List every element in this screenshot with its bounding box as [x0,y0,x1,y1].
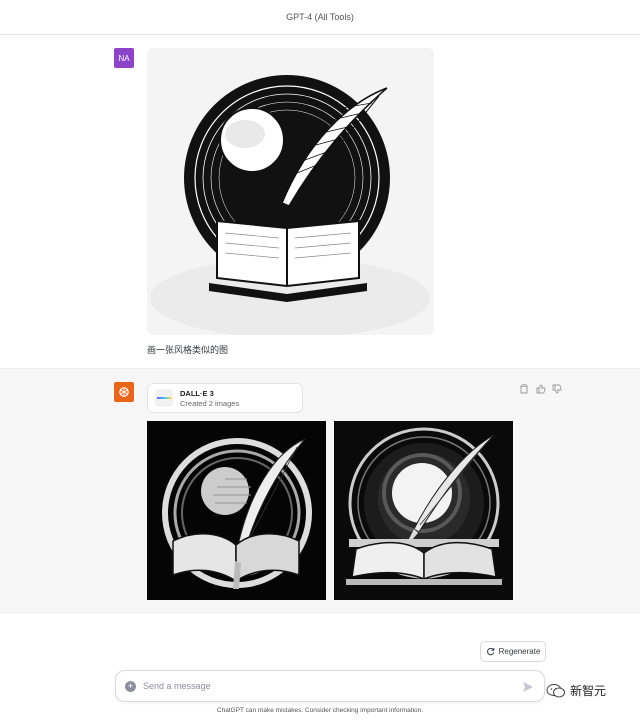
disclaimer-text: ChatGPT can make mistakes. Consider chec… [216,707,424,714]
assistant-message: DALL·E 3 Created 2 images [0,368,640,613]
regenerate-button[interactable]: Regenerate [480,641,546,662]
user-message: NA 画一张风格类似的图 [0,35,640,368]
message-input[interactable] [143,681,503,691]
generated-image-1[interactable] [147,421,326,600]
top-bar: GPT-4 (All Tools) [0,0,640,35]
copy-icon[interactable] [519,383,530,394]
tool-name: DALL·E 3 [180,388,214,398]
dalle-tool-card[interactable]: DALL·E 3 Created 2 images [147,383,303,413]
tool-status: Created 2 images [180,398,240,408]
generated-image-2[interactable] [334,421,513,600]
watermark-text: 新智元 [570,684,607,698]
attach-plus-icon[interactable]: + [125,680,136,692]
chatgpt-avatar [114,382,134,402]
regenerate-icon [486,647,494,656]
regenerate-label: Regenerate [498,647,541,656]
user-avatar: NA [114,48,134,68]
model-title[interactable]: GPT-4 (All Tools) [286,12,354,22]
dalle-thumbnail-icon [155,389,173,407]
uploaded-reference-image[interactable] [147,48,434,335]
user-prompt-text: 画一张风格类似的图 [147,345,229,355]
avatar-initials: NA [118,53,130,63]
watermark: 新智元 [546,682,606,699]
message-composer: + [115,670,545,702]
openai-logo-icon [119,387,129,397]
message-actions [519,383,562,394]
wechat-logo-icon [546,683,565,697]
send-icon[interactable] [522,681,534,693]
thumbs-up-icon[interactable] [535,383,546,394]
thumbs-down-icon[interactable] [551,383,562,394]
